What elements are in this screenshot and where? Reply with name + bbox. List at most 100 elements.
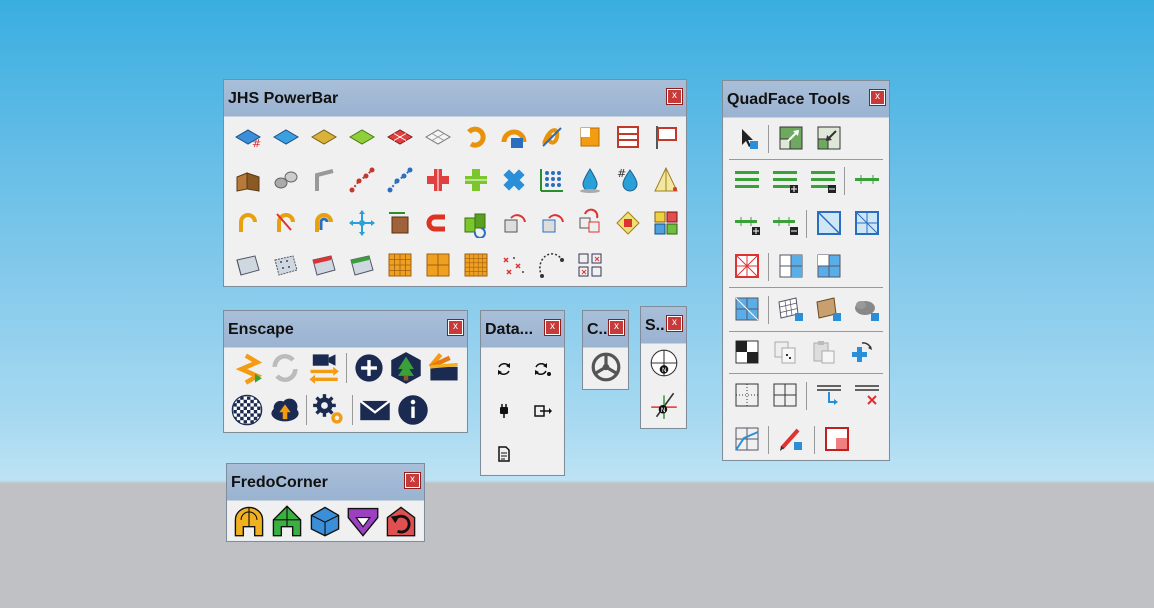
tool-fold-icon[interactable] (233, 165, 263, 195)
tool-rotate-orange-icon[interactable] (461, 122, 491, 152)
datasmith-auto-sync-icon[interactable] (526, 354, 556, 384)
tool-box-icon[interactable] (385, 208, 415, 238)
quad-cloud-mesh-icon[interactable] (852, 294, 882, 324)
quad-ring-shrink-icon[interactable] (770, 208, 800, 238)
quad-grid-blue-2-icon[interactable] (814, 251, 844, 281)
tool-scatter-x-icon[interactable] (499, 250, 529, 280)
tool-arc-blue-icon[interactable] (309, 208, 339, 238)
quad-triangulate-icon[interactable] (814, 208, 844, 238)
tool-diamond-red-icon[interactable] (613, 208, 643, 238)
enscape-sync-icon[interactable] (268, 351, 302, 385)
tool-cube-rotate-blue-icon[interactable] (537, 208, 567, 238)
tool-green-blocks-icon[interactable] (461, 208, 491, 238)
tool-grid-red-icon[interactable] (385, 122, 415, 152)
fredo-undo-corner-icon[interactable] (384, 504, 418, 538)
quad-uv-grid-icon[interactable] (732, 424, 762, 454)
tool-drop-hash-icon[interactable]: # (613, 165, 643, 195)
tool-magnet-icon[interactable] (423, 208, 453, 238)
tool-grid-orange-1-icon[interactable] (385, 250, 415, 280)
tool-dotted-arc-icon[interactable] (537, 250, 567, 280)
tool-pipe-icon[interactable] (271, 165, 301, 195)
datasmith-sync-icon[interactable] (489, 354, 519, 384)
quad-checker-icon[interactable] (732, 337, 762, 367)
fredo-bevel-icon[interactable] (308, 504, 342, 538)
tool-component-grid-icon[interactable] (575, 250, 605, 280)
tool-grid-orange-2-icon[interactable] (423, 250, 453, 280)
tool-corner-icon[interactable] (309, 165, 339, 195)
c-titlebar[interactable]: C.. x (583, 311, 628, 348)
quad-paste-icon[interactable] (808, 337, 838, 367)
fredo-sharp-corner-icon[interactable] (270, 504, 304, 538)
close-icon[interactable]: x (667, 89, 682, 104)
quad-loop-icon[interactable] (732, 165, 762, 195)
tool-vertex-blue-icon[interactable] (385, 165, 415, 195)
tool-vertex-red-icon[interactable] (347, 165, 377, 195)
steering-wheel-icon[interactable] (590, 351, 622, 383)
tool-lines-red-icon[interactable] (613, 122, 643, 152)
quad-mesh-grid-icon[interactable] (776, 294, 806, 324)
quad-grow-loop-icon[interactable] (770, 165, 800, 195)
enscape-camera-icon[interactable] (306, 351, 340, 385)
tool-extrude-orange-icon[interactable] (499, 122, 529, 152)
tool-cross-blue-icon[interactable] (499, 165, 529, 195)
tool-grid-orange-3-icon[interactable] (461, 250, 491, 280)
close-icon[interactable]: x (609, 320, 624, 335)
enscape-info-icon[interactable] (396, 393, 430, 427)
close-icon[interactable]: x (667, 316, 682, 331)
quad-mesh-textured-icon[interactable] (814, 294, 844, 324)
quad-grid-blue-icon[interactable] (776, 251, 806, 281)
tool-wire-green-icon[interactable] (347, 250, 377, 280)
tool-array-icon[interactable] (537, 165, 567, 195)
tool-plane-yellow-icon[interactable] (309, 122, 339, 152)
tool-cube-scale-icon[interactable] (575, 208, 605, 238)
quad-select-icon[interactable] (732, 123, 762, 153)
tool-move-icon[interactable] (347, 208, 377, 238)
close-icon[interactable]: x (405, 473, 420, 488)
quad-remove-triangulation-icon[interactable] (852, 208, 882, 238)
quad-rotate-uv-icon[interactable] (846, 337, 876, 367)
tool-plane-green-icon[interactable] (347, 122, 377, 152)
quad-solid-grid-icon[interactable] (770, 380, 800, 410)
quad-ring-grow-icon[interactable] (732, 208, 762, 238)
north-compass-icon[interactable]: N (648, 347, 680, 379)
tool-arc-orange-icon[interactable] (233, 208, 263, 238)
close-icon[interactable]: x (870, 90, 885, 105)
quad-ring-icon[interactable] (852, 165, 882, 195)
north-arrow-tool-icon[interactable]: N (648, 389, 680, 421)
enscape-asset-library-icon[interactable] (389, 351, 423, 385)
tool-wire-box-icon[interactable] (233, 250, 263, 280)
datasmith-messages-icon[interactable] (489, 439, 519, 469)
enscape-add-icon[interactable] (352, 351, 386, 385)
quad-red-square-icon[interactable] (822, 424, 852, 454)
quadface-titlebar[interactable]: QuadFace Tools x (723, 81, 889, 118)
tool-pyramid-icon[interactable] (651, 165, 681, 195)
enscape-start-icon[interactable] (230, 351, 264, 385)
fredo-3d-fillet-icon[interactable] (346, 504, 380, 538)
tool-cross-green-icon[interactable] (461, 165, 491, 195)
tool-cross-red-icon[interactable] (423, 165, 453, 195)
enscape-panorama-icon[interactable] (230, 393, 264, 427)
tool-twist-icon[interactable] (537, 122, 567, 152)
quad-smooth-red-icon[interactable] (732, 251, 762, 281)
tool-flag-icon[interactable] (651, 122, 681, 152)
quad-shrink-loop-icon[interactable] (808, 165, 838, 195)
datasmith-export-icon[interactable] (526, 396, 556, 426)
tool-arc-cut-icon[interactable] (271, 208, 301, 238)
datasmith-connect-icon[interactable] (489, 396, 519, 426)
quad-select-diag-icon[interactable] (732, 294, 762, 324)
quad-shrink-icon[interactable] (814, 123, 844, 153)
quad-grow-icon[interactable] (776, 123, 806, 153)
enscape-mail-icon[interactable] (358, 393, 392, 427)
fredocorner-titlebar[interactable]: FredoCorner x (227, 464, 424, 501)
tool-plane-blue-icon[interactable] (271, 122, 301, 152)
enscape-upload-icon[interactable] (268, 393, 302, 427)
quad-edge-remove-icon[interactable] (852, 380, 882, 410)
jhs-powerbar-titlebar[interactable]: JHS PowerBar x (224, 80, 686, 117)
quad-pencil-icon[interactable] (776, 424, 806, 454)
tool-square-orange-icon[interactable] (575, 122, 605, 152)
enscape-material-icon[interactable] (427, 351, 461, 385)
tool-plane-red-icon[interactable]: # (233, 122, 263, 152)
fredo-round-corner-icon[interactable] (232, 504, 266, 538)
close-icon[interactable]: x (448, 320, 463, 335)
tool-cube-rotate-icon[interactable] (499, 208, 529, 238)
